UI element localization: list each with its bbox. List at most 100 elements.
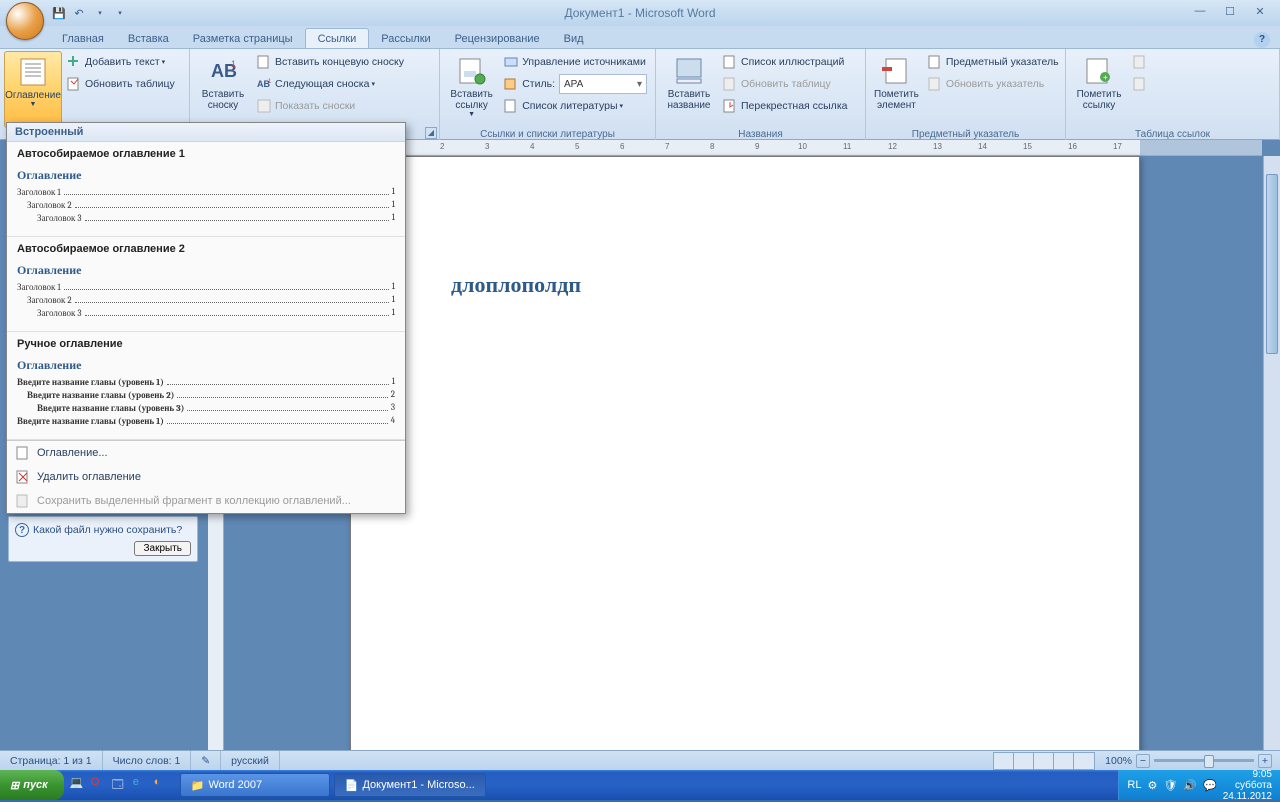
web-view[interactable]: [1034, 753, 1054, 769]
mark-citation-button[interactable]: + Пометить ссылку: [1070, 51, 1128, 128]
close-button[interactable]: ✕: [1248, 5, 1272, 21]
minimize-button[interactable]: —: [1188, 5, 1212, 21]
scroll-thumb[interactable]: [1266, 174, 1278, 354]
ql-ie-icon[interactable]: e: [133, 776, 151, 794]
insert-index-button[interactable]: Предметный указатель: [923, 51, 1063, 73]
toc-manual-title: Ручное оглавление: [17, 338, 395, 350]
toc-delete[interactable]: Удалить оглавление: [7, 465, 405, 489]
qat-customize-icon[interactable]: [110, 4, 128, 22]
update-icon: [66, 76, 82, 92]
mark-citation-label: Пометить ссылку: [1074, 89, 1124, 111]
undo-icon[interactable]: ↶: [70, 4, 88, 22]
print-layout-view[interactable]: [994, 753, 1014, 769]
tab-mailings[interactable]: Рассылки: [369, 29, 442, 48]
next-footnote-button[interactable]: AB1Следующая сноска▾: [252, 73, 408, 95]
insert-endnote-button[interactable]: Вставить концевую сноску: [252, 51, 408, 73]
toc-auto1-preview: Оглавление Заголовок 11 Заголовок 21 Заг…: [17, 168, 395, 224]
update-toa-button[interactable]: [1128, 73, 1155, 95]
tab-review[interactable]: Рецензирование: [443, 29, 552, 48]
toc-gallery-header: Встроенный: [7, 123, 405, 142]
table-of-figures-button[interactable]: Список иллюстраций: [718, 51, 851, 73]
status-proof-icon[interactable]: ✎: [191, 751, 221, 770]
insert-toa-button[interactable]: [1128, 51, 1155, 73]
taskbar-word[interactable]: 📄 Документ1 - Microso...: [334, 773, 486, 797]
citation-style-combo[interactable]: APA▾: [559, 74, 647, 94]
status-words[interactable]: Число слов: 1: [103, 751, 192, 770]
figures-list-icon: [722, 54, 738, 70]
save-prompt-text: Какой файл нужно сохранить?: [33, 524, 182, 536]
question-icon: ?: [15, 523, 29, 537]
redo-icon[interactable]: [90, 4, 108, 22]
tray-clock[interactable]: 9:05 суббота 24.11.2012: [1223, 769, 1272, 802]
toc-button[interactable]: Оглавление ▼: [4, 51, 62, 128]
draft-view[interactable]: [1074, 753, 1094, 769]
svg-text:1: 1: [231, 59, 236, 69]
status-language[interactable]: русский: [221, 751, 280, 770]
citation-icon: [456, 55, 488, 87]
ql-opera-icon[interactable]: O: [91, 776, 109, 794]
quick-access-toolbar: 💾 ↶: [50, 3, 128, 23]
toc-insert-custom[interactable]: Оглавление...: [7, 441, 405, 465]
tab-insert[interactable]: Вставка: [116, 29, 181, 48]
close-prompt-button[interactable]: Закрыть: [134, 541, 191, 556]
zoom-in-button[interactable]: +: [1258, 754, 1272, 768]
mark-entry-label: Пометить элемент: [874, 89, 919, 111]
bibliography-button[interactable]: Список литературы▾: [499, 95, 651, 117]
fullscreen-view[interactable]: [1014, 753, 1034, 769]
maximize-button[interactable]: ☐: [1218, 5, 1242, 21]
tray-icon-2[interactable]: 🛡: [1163, 779, 1177, 792]
office-button[interactable]: [6, 2, 44, 40]
manage-sources-button[interactable]: Управление источниками: [499, 51, 651, 73]
status-page[interactable]: Страница: 1 из 1: [0, 751, 103, 770]
tray-icon-3[interactable]: 🔊: [1183, 779, 1197, 792]
update-index-button[interactable]: Обновить указатель: [923, 73, 1063, 95]
taskbar-folder[interactable]: 📁 Word 2007: [180, 773, 330, 797]
tab-view[interactable]: Вид: [552, 29, 596, 48]
help-icon[interactable]: ?: [1254, 32, 1270, 48]
update-toc-button[interactable]: Обновить таблицу: [62, 73, 179, 95]
start-button[interactable]: ⊞пуск: [0, 770, 64, 800]
tray-lang[interactable]: RL: [1127, 779, 1141, 791]
bibliography-icon: [503, 98, 519, 114]
tab-references[interactable]: Ссылки: [305, 28, 370, 48]
cross-reference-button[interactable]: Перекрестная ссылка: [718, 95, 851, 117]
view-buttons: [993, 752, 1095, 770]
outline-view[interactable]: [1054, 753, 1074, 769]
tab-layout[interactable]: Разметка страницы: [181, 29, 305, 48]
mark-entry-icon: [880, 55, 912, 87]
toc-delete-icon: [15, 469, 31, 485]
document-heading[interactable]: длоплополдп: [451, 272, 1039, 298]
add-text-icon: [66, 54, 82, 70]
group-captions: Вставить название Список иллюстраций Обн…: [656, 49, 866, 141]
ql-mycomputer-icon[interactable]: 💻: [70, 776, 88, 794]
caption-icon: [673, 55, 705, 87]
mark-entry-button[interactable]: Пометить элемент: [870, 51, 923, 128]
insert-caption-button[interactable]: Вставить название: [660, 51, 718, 128]
tray-icon-4[interactable]: 💬: [1203, 779, 1217, 792]
add-text-button[interactable]: Добавить текст▾: [62, 51, 179, 73]
update-figures-button[interactable]: Обновить таблицу: [718, 73, 851, 95]
show-footnotes-button[interactable]: Показать сноски: [252, 95, 408, 117]
insert-citation-button[interactable]: Вставить ссылку▼: [444, 51, 499, 128]
footnotes-dialog-launcher[interactable]: ◢: [425, 127, 437, 139]
vertical-scrollbar[interactable]: [1263, 156, 1280, 750]
window-controls: — ☐ ✕: [1188, 5, 1280, 21]
insert-footnote-button[interactable]: AB1 Вставить сноску: [194, 51, 252, 128]
zoom-slider[interactable]: [1154, 759, 1254, 762]
toc-manual-preview: Оглавление Введите название главы (урове…: [17, 358, 395, 427]
system-tray: RL ⚙ 🛡 🔊 💬 9:05 суббота 24.11.2012: [1118, 770, 1280, 800]
zoom-level[interactable]: 100%: [1105, 755, 1132, 767]
save-icon[interactable]: 💾: [50, 4, 68, 22]
citation-label: Вставить ссылку: [448, 89, 495, 111]
tab-home[interactable]: Главная: [50, 29, 116, 48]
toc-auto1-item[interactable]: Автособираемое оглавление 1 Оглавление З…: [7, 142, 405, 237]
toc-manual-item[interactable]: Ручное оглавление Оглавление Введите наз…: [7, 332, 405, 440]
toc-auto2-item[interactable]: Автособираемое оглавление 2 Оглавление З…: [7, 237, 405, 332]
ql-desktop-icon[interactable]: 🗔: [112, 776, 130, 794]
zoom-out-button[interactable]: −: [1136, 754, 1150, 768]
document-page[interactable]: длоплополдп: [350, 156, 1140, 750]
toc-gallery-menu: Оглавление... Удалить оглавление Сохрани…: [7, 440, 405, 513]
tray-icon-1[interactable]: ⚙: [1147, 779, 1157, 792]
ql-media-icon[interactable]: ◐: [154, 776, 172, 794]
footnote-icon: AB1: [207, 55, 239, 87]
